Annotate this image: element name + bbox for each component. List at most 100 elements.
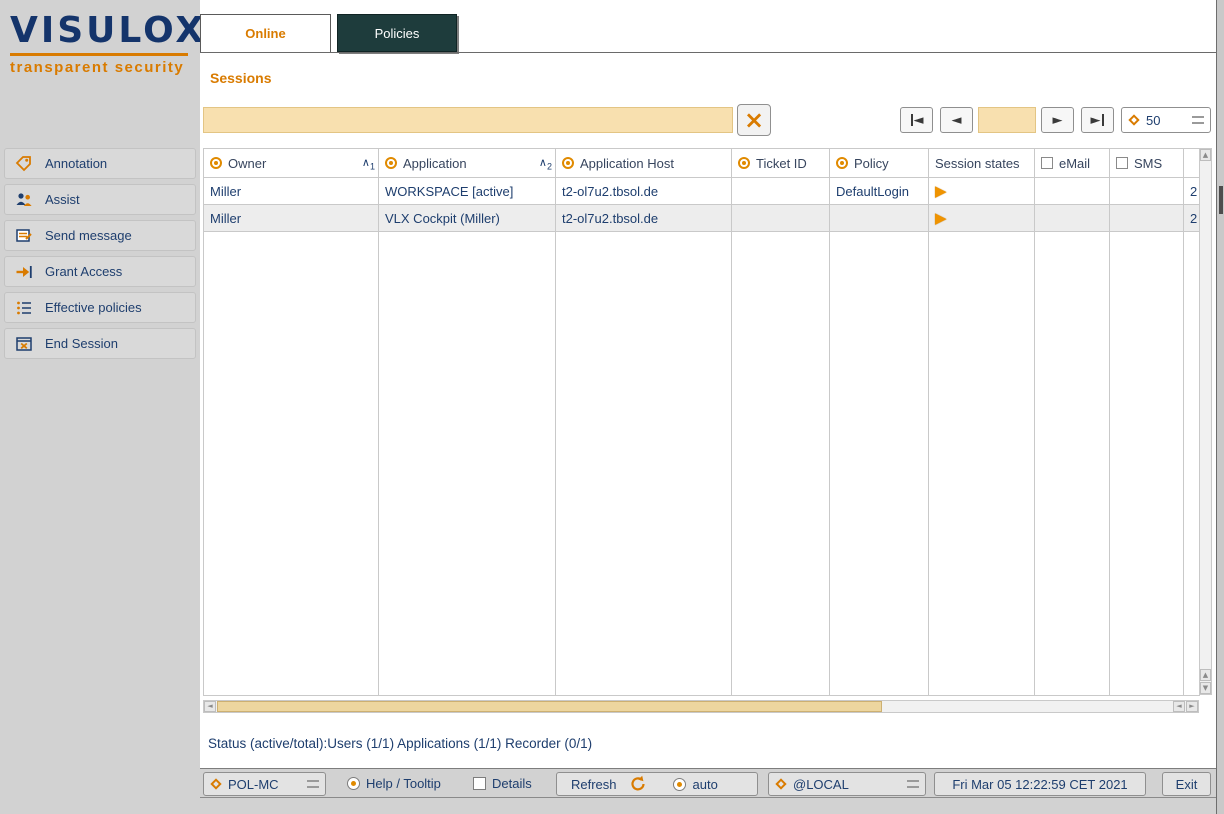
grant-access-icon bbox=[13, 262, 35, 282]
column-header-sms[interactable]: SMS bbox=[1110, 149, 1184, 178]
cell-application-host[interactable]: t2-ol7u2.tbsol.de bbox=[556, 178, 732, 205]
sidebar-item-end-session[interactable]: End Session bbox=[4, 328, 196, 359]
selector-diamond-icon bbox=[210, 778, 221, 789]
host-selector[interactable]: @LOCAL bbox=[768, 772, 926, 796]
first-page-button[interactable]: ◄ bbox=[900, 107, 933, 133]
host-filter-radio[interactable] bbox=[562, 157, 574, 169]
selector-grip-handle[interactable] bbox=[307, 780, 319, 788]
sms-checkbox[interactable] bbox=[1116, 157, 1128, 169]
page-size-value: 50 bbox=[1146, 113, 1160, 128]
column-header-application[interactable]: Application ∧2 bbox=[379, 149, 556, 178]
last-bar-icon bbox=[1102, 114, 1104, 126]
auto-label: auto bbox=[693, 777, 718, 792]
cell-policy[interactable] bbox=[830, 205, 929, 232]
tab-policies[interactable]: Policies bbox=[337, 14, 457, 52]
message-icon bbox=[13, 226, 35, 246]
play-icon[interactable]: ▶ bbox=[935, 182, 947, 200]
cell-policy[interactable]: DefaultLogin bbox=[830, 178, 929, 205]
scroll-down-button[interactable]: ▼ bbox=[1200, 682, 1211, 694]
ticket-filter-radio[interactable] bbox=[738, 157, 750, 169]
cell-clipped: 2 bbox=[1184, 178, 1200, 205]
sidebar-nav: Annotation Assist Send message Grant Acc… bbox=[4, 148, 196, 364]
column-label: Ticket ID bbox=[756, 156, 807, 171]
last-page-button[interactable]: ► bbox=[1081, 107, 1114, 133]
refresh-button[interactable]: Refresh bbox=[571, 777, 617, 792]
selector-grip-handle[interactable] bbox=[907, 780, 919, 788]
sidebar-item-send-message[interactable]: Send message bbox=[4, 220, 196, 251]
column-header-application-host[interactable]: Application Host bbox=[556, 149, 732, 178]
auto-refresh-radio[interactable] bbox=[673, 778, 686, 791]
sidebar-item-annotation[interactable]: Annotation bbox=[4, 148, 196, 179]
column-header-clipped bbox=[1184, 149, 1200, 178]
timestamp: Fri Mar 05 12:22:59 CET 2021 bbox=[952, 777, 1127, 792]
scroll-up-button-bottom[interactable]: ▲ bbox=[1200, 669, 1211, 681]
column-header-owner[interactable]: Owner ∧1 bbox=[204, 149, 379, 178]
sort-indicator: ∧1 bbox=[362, 155, 375, 172]
right-arrow-icon: ► bbox=[1189, 702, 1194, 710]
sidebar-item-grant-access[interactable]: Grant Access bbox=[4, 256, 196, 287]
exit-button[interactable]: Exit bbox=[1162, 772, 1211, 796]
table-row[interactable]: Miller WORKSPACE [active] t2-ol7u2.tbsol… bbox=[204, 178, 1200, 205]
spinner-diamond-icon bbox=[1128, 114, 1139, 125]
table-row[interactable]: Miller VLX Cockpit (Miller) t2-ol7u2.tbs… bbox=[204, 205, 1200, 232]
details-checkbox[interactable] bbox=[473, 777, 486, 790]
cell-owner[interactable]: Miller bbox=[204, 205, 379, 232]
left-arrow-icon: ◄ bbox=[952, 113, 962, 128]
cell-application[interactable]: WORKSPACE [active] bbox=[379, 178, 556, 205]
cell-ticket-id[interactable] bbox=[732, 205, 830, 232]
column-header-email[interactable]: eMail bbox=[1035, 149, 1110, 178]
scroll-left-button[interactable]: ◄ bbox=[204, 701, 216, 712]
down-arrow-icon: ▼ bbox=[1203, 684, 1208, 692]
sessions-table-wrap: Owner ∧1 Application ∧2 Application Host… bbox=[203, 148, 1199, 696]
column-header-ticket-id[interactable]: Ticket ID bbox=[732, 149, 830, 178]
sidebar-item-assist[interactable]: Assist bbox=[4, 184, 196, 215]
cell-ticket-id[interactable] bbox=[732, 178, 830, 205]
tab-online[interactable]: Online bbox=[200, 14, 331, 52]
sidebar-item-label: Assist bbox=[45, 192, 80, 207]
scroll-right-button[interactable]: ► bbox=[1186, 701, 1198, 712]
table-vertical-scrollbar[interactable]: ▲ ▲ ▼ bbox=[1199, 148, 1212, 695]
column-header-session-states[interactable]: Session states bbox=[929, 149, 1035, 178]
window-edge-scrollbar[interactable] bbox=[1216, 0, 1224, 814]
cell-sms[interactable] bbox=[1110, 205, 1184, 232]
cell-application-host[interactable]: t2-ol7u2.tbsol.de bbox=[556, 205, 732, 232]
scroll-left-button-right[interactable]: ◄ bbox=[1173, 701, 1185, 712]
page-size-spinner[interactable]: 50 bbox=[1121, 107, 1211, 133]
table-horizontal-scrollbar[interactable]: ◄ ◄ ► bbox=[203, 700, 1199, 713]
refresh-icon[interactable] bbox=[629, 775, 647, 793]
help-tooltip-radio[interactable] bbox=[347, 777, 360, 790]
column-header-policy[interactable]: Policy bbox=[830, 149, 929, 178]
spinner-grip-handle[interactable] bbox=[1192, 116, 1204, 124]
end-session-icon bbox=[13, 334, 35, 354]
owner-filter-radio[interactable] bbox=[210, 157, 222, 169]
cell-sms[interactable] bbox=[1110, 178, 1184, 205]
column-label: Owner bbox=[228, 156, 266, 171]
play-icon[interactable]: ▶ bbox=[935, 209, 947, 227]
policy-filter-radio[interactable] bbox=[836, 157, 848, 169]
horizontal-scroll-thumb[interactable] bbox=[217, 701, 882, 712]
window-scroll-thumb[interactable] bbox=[1219, 186, 1223, 214]
sidebar-item-effective-policies[interactable]: Effective policies bbox=[4, 292, 196, 323]
email-checkbox[interactable] bbox=[1041, 157, 1053, 169]
host-selector-value: @LOCAL bbox=[793, 777, 849, 792]
logo-subtitle: transparent security bbox=[10, 59, 188, 76]
sidebar-item-label: Annotation bbox=[45, 156, 107, 171]
users-icon bbox=[13, 190, 35, 210]
clock-display: Fri Mar 05 12:22:59 CET 2021 bbox=[934, 772, 1146, 796]
cell-email[interactable] bbox=[1035, 205, 1110, 232]
filter-input[interactable] bbox=[203, 107, 733, 133]
clear-filter-button[interactable]: × bbox=[737, 104, 771, 136]
cell-application[interactable]: VLX Cockpit (Miller) bbox=[379, 205, 556, 232]
page-number-input[interactable] bbox=[978, 107, 1036, 133]
cell-owner[interactable]: Miller bbox=[204, 178, 379, 205]
sidebar-item-label: Effective policies bbox=[45, 300, 142, 315]
first-bar-icon bbox=[911, 114, 913, 126]
policy-selector[interactable]: POL-MC bbox=[203, 772, 326, 796]
scroll-up-button[interactable]: ▲ bbox=[1200, 149, 1211, 161]
prev-page-button[interactable]: ◄ bbox=[940, 107, 973, 133]
next-page-button[interactable]: ► bbox=[1041, 107, 1074, 133]
cell-email[interactable] bbox=[1035, 178, 1110, 205]
column-label: SMS bbox=[1134, 156, 1162, 171]
application-filter-radio[interactable] bbox=[385, 157, 397, 169]
left-arrow-icon: ◄ bbox=[914, 113, 924, 128]
